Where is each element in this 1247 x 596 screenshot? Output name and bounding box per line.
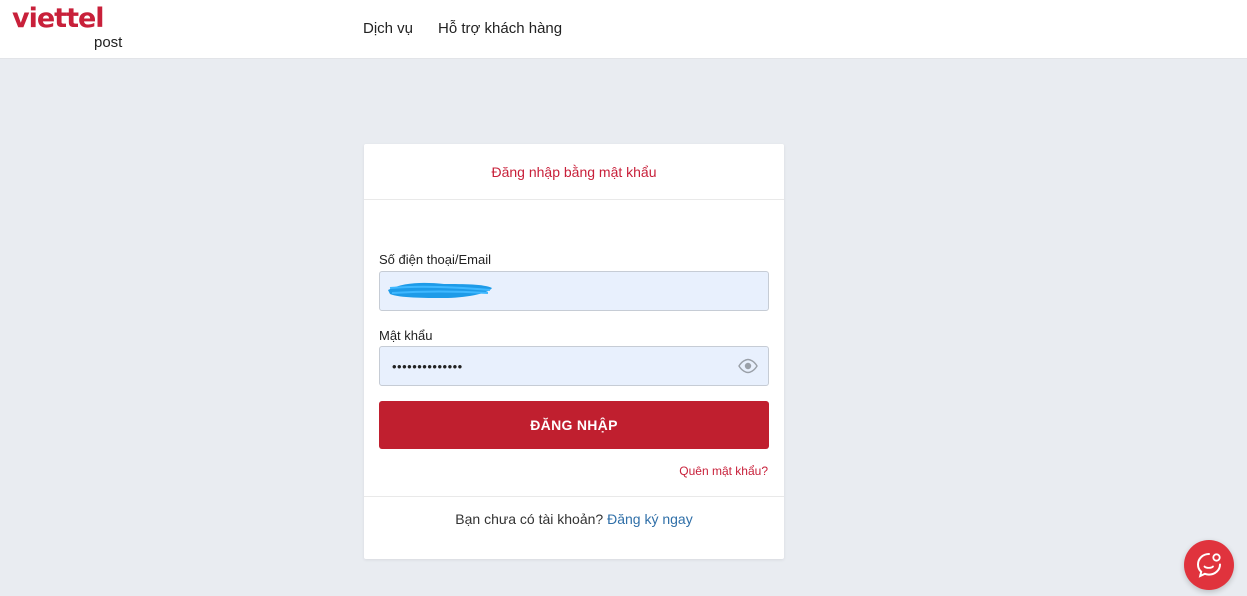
- logo-subtext: post: [94, 34, 123, 51]
- viettel-post-logo[interactable]: viettel post: [12, 4, 132, 54]
- login-card: Đăng nhập bằng mật khẩu Số điện thoại/Em…: [364, 144, 784, 559]
- login-card-header: Đăng nhập bằng mật khẩu: [364, 144, 784, 200]
- password-label: Mật khẩu: [379, 328, 433, 343]
- login-button[interactable]: ĐĂNG NHẬP: [379, 401, 769, 449]
- password-input[interactable]: [380, 347, 768, 385]
- redaction-scribble-icon: [388, 282, 492, 298]
- password-field-wrapper: [379, 346, 769, 386]
- chat-support-button[interactable]: [1184, 540, 1234, 590]
- chat-icon: [1196, 553, 1221, 578]
- signup-link[interactable]: Đăng ký ngay: [607, 511, 693, 527]
- username-label: Số điện thoại/Email: [379, 252, 492, 267]
- signup-prompt: Bạn chưa có tài khoản?: [455, 511, 604, 527]
- logo-wordmark: viettel: [12, 3, 105, 34]
- login-title: Đăng nhập bằng mật khẩu: [491, 163, 657, 180]
- main-nav: Dịch vụ Hỗ trợ khách hàng: [363, 19, 562, 39]
- signup-row: Bạn chưa có tài khoản? Đăng ký ngay: [364, 511, 784, 527]
- username-field-wrapper: [379, 271, 769, 311]
- forgot-password-link[interactable]: Quên mật khẩu?: [679, 464, 768, 478]
- eye-icon[interactable]: [738, 358, 758, 374]
- nav-item-services[interactable]: Dịch vụ: [363, 19, 413, 39]
- top-header: viettel post Dịch vụ Hỗ trợ khách hàng: [0, 0, 1247, 59]
- card-divider: [364, 496, 784, 497]
- nav-item-customer-support[interactable]: Hỗ trợ khách hàng: [438, 19, 562, 39]
